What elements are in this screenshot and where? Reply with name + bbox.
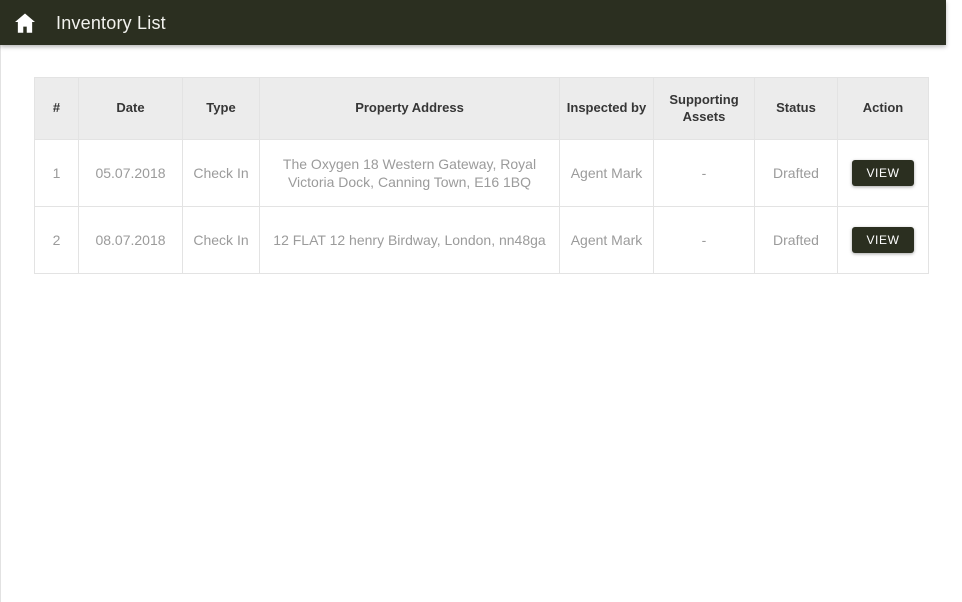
cell-type: Check In — [182, 139, 260, 207]
cell-inspected-by: Agent Mark — [559, 206, 654, 274]
cell-status: Drafted — [754, 206, 838, 274]
cell-index: 1 — [34, 139, 79, 207]
column-header-address: Property Address — [259, 77, 560, 140]
column-header-index: # — [34, 77, 79, 140]
page-content: # Date Type Property Address Inspected b… — [0, 45, 946, 602]
cell-supporting-assets: - — [653, 206, 755, 274]
view-button[interactable]: VIEW — [852, 227, 914, 253]
right-gutter — [946, 0, 962, 602]
cell-address: 12 FLAT 12 henry Birdway, London, nn48ga — [259, 206, 560, 274]
cell-inspected-by: Agent Mark — [559, 139, 654, 207]
cell-action: VIEW — [837, 139, 929, 207]
cell-status: Drafted — [754, 139, 838, 207]
inventory-table-container: # Date Type Property Address Inspected b… — [34, 77, 929, 274]
cell-date: 08.07.2018 — [78, 206, 183, 274]
column-header-type: Type — [182, 77, 260, 140]
table-header-row: # Date Type Property Address Inspected b… — [34, 77, 929, 140]
home-icon[interactable] — [12, 10, 38, 36]
table-header: # Date Type Property Address Inspected b… — [34, 77, 929, 140]
column-header-supporting-assets: Supporting Assets — [653, 77, 755, 140]
column-header-inspected-by: Inspected by — [559, 77, 654, 140]
cell-date: 05.07.2018 — [78, 139, 183, 207]
page-title: Inventory List — [56, 12, 166, 33]
cell-type: Check In — [182, 206, 260, 274]
inventory-table: # Date Type Property Address Inspected b… — [34, 77, 929, 274]
cell-address: The Oxygen 18 Western Gateway, Royal Vic… — [259, 139, 560, 207]
table-body: 1 05.07.2018 Check In The Oxygen 18 West… — [34, 139, 929, 274]
table-row: 2 08.07.2018 Check In 12 FLAT 12 henry B… — [34, 206, 929, 274]
view-button[interactable]: VIEW — [852, 160, 914, 186]
column-header-date: Date — [78, 77, 183, 140]
column-header-status: Status — [754, 77, 838, 140]
column-header-action: Action — [837, 77, 929, 140]
app-bar: Inventory List — [0, 0, 946, 45]
table-row: 1 05.07.2018 Check In The Oxygen 18 West… — [34, 139, 929, 207]
cell-index: 2 — [34, 206, 79, 274]
cell-action: VIEW — [837, 206, 929, 274]
cell-supporting-assets: - — [653, 139, 755, 207]
